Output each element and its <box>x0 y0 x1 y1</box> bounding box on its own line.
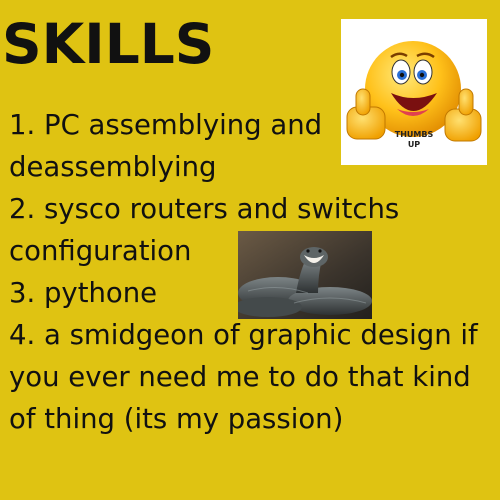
snake-photo-icon <box>238 231 372 319</box>
skill-line: of thing (its my passion) <box>9 403 344 435</box>
snake-photo <box>238 231 372 319</box>
thumbs-label: THUMBS <box>395 130 434 139</box>
page-title: SKILLS <box>2 12 215 76</box>
thumbs-up-smiley-image: THUMBS UP <box>341 19 487 165</box>
skill-line: 4. a smidgeon of graphic design if <box>9 319 478 351</box>
thumbs-up-smiley-icon: THUMBS UP <box>346 41 482 149</box>
skill-line: you ever need me to do that kind <box>9 361 471 393</box>
skill-line: 2. sysco routers and switchs <box>9 193 400 225</box>
up-label: UP <box>408 140 420 149</box>
